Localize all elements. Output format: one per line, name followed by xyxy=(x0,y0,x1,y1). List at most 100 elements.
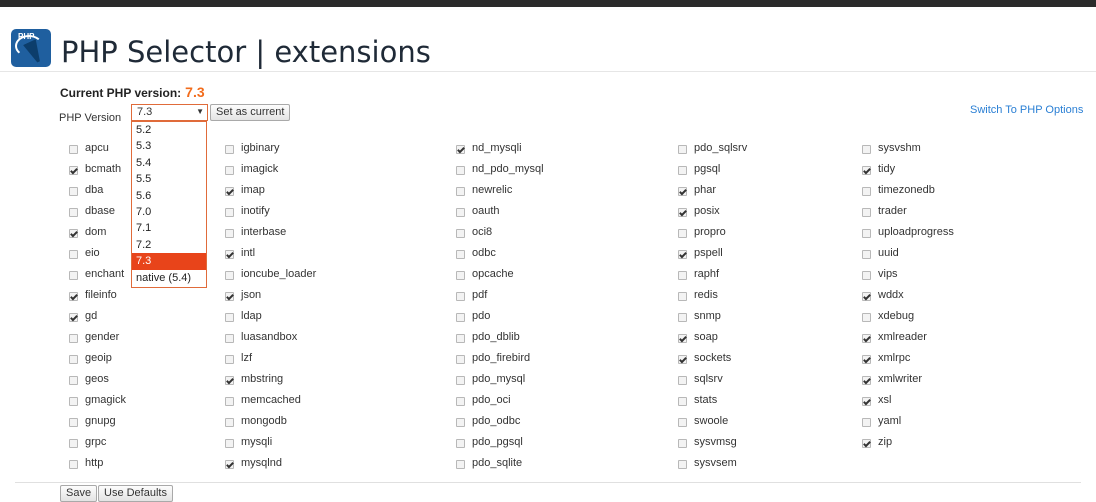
extension-checkbox[interactable] xyxy=(225,439,234,448)
extension-checkbox[interactable] xyxy=(225,460,234,469)
extension-checkbox[interactable] xyxy=(862,208,871,217)
extension-checkbox[interactable] xyxy=(69,397,78,406)
extension-checkbox[interactable] xyxy=(678,460,687,469)
extension-checkbox[interactable] xyxy=(69,418,78,427)
extension-checkbox[interactable] xyxy=(862,250,871,259)
extension-checkbox[interactable] xyxy=(225,397,234,406)
extension-checkbox[interactable] xyxy=(678,166,687,175)
php-version-select[interactable]: 7.3 ▼ xyxy=(131,104,208,121)
extension-checkbox[interactable] xyxy=(69,292,78,301)
extension-checkbox[interactable] xyxy=(678,250,687,259)
extension-checkbox[interactable] xyxy=(456,145,465,154)
version-option[interactable]: 7.1 xyxy=(132,220,206,236)
extension-checkbox[interactable] xyxy=(69,271,78,280)
extension-checkbox[interactable] xyxy=(456,334,465,343)
version-option[interactable]: native (5.4) xyxy=(132,270,206,286)
set-as-current-button[interactable]: Set as current xyxy=(210,104,291,121)
extension-checkbox[interactable] xyxy=(678,355,687,364)
extension-checkbox[interactable] xyxy=(678,418,687,427)
extension-checkbox[interactable] xyxy=(678,439,687,448)
version-option[interactable]: 5.3 xyxy=(132,138,206,154)
extension-checkbox[interactable] xyxy=(69,334,78,343)
extension-checkbox[interactable] xyxy=(862,376,871,385)
extension-checkbox[interactable] xyxy=(69,187,78,196)
extension-checkbox[interactable] xyxy=(225,229,234,238)
extension-checkbox[interactable] xyxy=(678,397,687,406)
extension-checkbox[interactable] xyxy=(456,418,465,427)
extension-checkbox[interactable] xyxy=(456,229,465,238)
extension-checkbox[interactable] xyxy=(456,208,465,217)
extension-checkbox[interactable] xyxy=(678,334,687,343)
extension-checkbox[interactable] xyxy=(225,334,234,343)
extension-checkbox[interactable] xyxy=(862,187,871,196)
php-selector-logo-icon: PHP xyxy=(11,29,51,67)
extension-checkbox[interactable] xyxy=(862,271,871,280)
extension-label: xmlwriter xyxy=(878,373,922,385)
extension-checkbox[interactable] xyxy=(69,229,78,238)
version-option[interactable]: 7.2 xyxy=(132,237,206,253)
extension-checkbox[interactable] xyxy=(456,439,465,448)
extension-checkbox[interactable] xyxy=(69,250,78,259)
extension-checkbox[interactable] xyxy=(456,397,465,406)
extension-checkbox[interactable] xyxy=(862,334,871,343)
extension-checkbox[interactable] xyxy=(69,145,78,154)
extension-checkbox[interactable] xyxy=(678,376,687,385)
version-option[interactable]: 5.6 xyxy=(132,188,206,204)
version-option[interactable]: 7.3 xyxy=(132,253,206,270)
extension-checkbox[interactable] xyxy=(456,292,465,301)
extension-checkbox[interactable] xyxy=(862,397,871,406)
extension-checkbox[interactable] xyxy=(456,271,465,280)
extension-checkbox[interactable] xyxy=(69,376,78,385)
extension-checkbox[interactable] xyxy=(225,250,234,259)
extension-checkbox[interactable] xyxy=(225,187,234,196)
switch-to-php-options-link[interactable]: Switch To PHP Options xyxy=(970,104,1083,116)
version-option[interactable]: 5.4 xyxy=(132,155,206,171)
extension-checkbox[interactable] xyxy=(69,313,78,322)
extension-checkbox[interactable] xyxy=(69,355,78,364)
extension-checkbox[interactable] xyxy=(678,313,687,322)
extension-checkbox[interactable] xyxy=(862,355,871,364)
extension-checkbox[interactable] xyxy=(69,166,78,175)
extension-checkbox[interactable] xyxy=(225,145,234,154)
extension-checkbox[interactable] xyxy=(678,208,687,217)
extension-checkbox[interactable] xyxy=(69,460,78,469)
use-defaults-button[interactable]: Use Defaults xyxy=(98,485,173,502)
extension-checkbox[interactable] xyxy=(456,166,465,175)
php-version-dropdown[interactable]: 5.2 5.3 5.4 5.5 5.6 7.0 7.1 7.2 7.3 native (5.4) xyxy=(131,121,207,288)
extension-checkbox[interactable] xyxy=(456,187,465,196)
extension-checkbox[interactable] xyxy=(862,292,871,301)
extension-checkbox[interactable] xyxy=(69,439,78,448)
version-option[interactable]: 5.2 xyxy=(132,122,206,138)
extension-checkbox[interactable] xyxy=(678,187,687,196)
extension-checkbox[interactable] xyxy=(225,166,234,175)
extension-checkbox[interactable] xyxy=(862,313,871,322)
extension-checkbox[interactable] xyxy=(456,460,465,469)
extension-checkbox[interactable] xyxy=(862,439,871,448)
extension-checkbox[interactable] xyxy=(225,313,234,322)
extension-checkbox[interactable] xyxy=(225,271,234,280)
extension-checkbox[interactable] xyxy=(678,292,687,301)
extension-checkbox[interactable] xyxy=(456,313,465,322)
extension-label: lzf xyxy=(241,352,252,364)
extension-checkbox[interactable] xyxy=(225,208,234,217)
extension-label: dom xyxy=(85,226,107,238)
extension-checkbox[interactable] xyxy=(225,292,234,301)
extension-checkbox[interactable] xyxy=(225,418,234,427)
save-button[interactable]: Save xyxy=(60,485,98,502)
version-option[interactable]: 7.0 xyxy=(132,204,206,220)
extension-checkbox[interactable] xyxy=(225,355,234,364)
extension-checkbox[interactable] xyxy=(678,145,687,154)
extension-checkbox[interactable] xyxy=(225,376,234,385)
extension-checkbox[interactable] xyxy=(862,418,871,427)
extension-checkbox[interactable] xyxy=(678,271,687,280)
extension-checkbox[interactable] xyxy=(862,145,871,154)
version-option[interactable]: 5.5 xyxy=(132,171,206,187)
extension-checkbox[interactable] xyxy=(862,166,871,175)
extension-checkbox[interactable] xyxy=(456,250,465,259)
extension-checkbox[interactable] xyxy=(862,229,871,238)
extension-checkbox[interactable] xyxy=(678,229,687,238)
extension-checkbox[interactable] xyxy=(456,355,465,364)
extension-checkbox[interactable] xyxy=(69,208,78,217)
extension-label: intl xyxy=(241,247,256,259)
extension-checkbox[interactable] xyxy=(456,376,465,385)
